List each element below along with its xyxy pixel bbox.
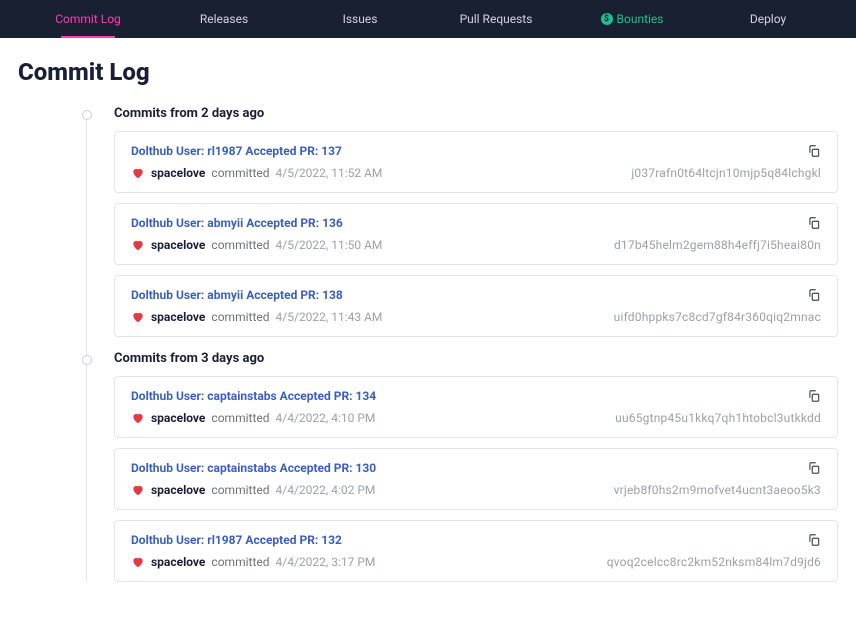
commit-title[interactable]: Dolthub User: abmyii Accepted PR: 136 [131,216,821,230]
commit-title[interactable]: Dolthub User: captainstabs Accepted PR: … [131,461,821,475]
tab-releases[interactable]: Releases [156,0,292,38]
commit-card: Dolthub User: abmyii Accepted PR: 136 sp… [114,203,838,265]
commit-meta: spacelove committed 4/4/2022, 4:10 PM [131,411,375,425]
commit-verb: committed [211,483,269,497]
commit-card: Dolthub User: rl1987 Accepted PR: 137 sp… [114,131,838,193]
commit-time: 4/5/2022, 11:43 AM [276,310,383,324]
commit-verb: committed [211,411,269,425]
commit-card: Dolthub User: rl1987 Accepted PR: 132 sp… [114,520,838,582]
copy-icon[interactable] [807,461,821,475]
commit-author[interactable]: spacelove [151,310,205,324]
commit-author[interactable]: spacelove [151,411,205,425]
commit-meta: spacelove committed 4/4/2022, 3:17 PM [131,555,375,569]
commit-hash[interactable]: d17b45helm2gem88h4effj7i5heai80n [614,238,821,252]
commit-meta-row: spacelove committed 4/5/2022, 11:43 AM u… [131,310,821,324]
bounty-icon: $ [601,13,613,25]
commit-meta: spacelove committed 4/5/2022, 11:52 AM [131,166,382,180]
commit-title[interactable]: Dolthub User: abmyii Accepted PR: 138 [131,288,821,302]
copy-icon[interactable] [807,389,821,403]
heart-icon [131,483,145,497]
tab-label: Deploy [750,12,786,26]
commit-card: Dolthub User: abmyii Accepted PR: 138 sp… [114,275,838,337]
tab-label: Commit Log [55,12,121,26]
heart-icon [131,555,145,569]
tab-label: Pull Requests [460,12,533,26]
commit-group-heading: Commits from 3 days ago [114,351,838,366]
copy-icon[interactable] [807,144,821,158]
commit-time: 4/4/2022, 4:02 PM [276,483,376,497]
page-title: Commit Log [18,58,838,86]
commit-title[interactable]: Dolthub User: captainstabs Accepted PR: … [131,389,821,403]
commit-author[interactable]: spacelove [151,238,205,252]
heart-icon [131,238,145,252]
commit-meta-row: spacelove committed 4/4/2022, 4:02 PM vr… [131,483,821,497]
top-nav: Commit Log Releases Issues Pull Requests… [0,0,856,38]
commit-hash[interactable]: vrjeb8f0hs2m9mofvet4ucnt3aeoo5k3 [614,483,821,497]
commit-meta-row: spacelove committed 4/4/2022, 3:17 PM qv… [131,555,821,569]
tab-pull-requests[interactable]: Pull Requests [428,0,564,38]
heart-icon [131,166,145,180]
commit-meta: spacelove committed 4/5/2022, 11:50 AM [131,238,382,252]
heart-icon [131,310,145,324]
commit-title[interactable]: Dolthub User: rl1987 Accepted PR: 137 [131,144,821,158]
tab-issues[interactable]: Issues [292,0,428,38]
commit-verb: committed [211,238,269,252]
commit-group-heading: Commits from 2 days ago [114,106,838,121]
commit-author[interactable]: spacelove [151,555,205,569]
commit-card: Dolthub User: captainstabs Accepted PR: … [114,448,838,510]
copy-icon[interactable] [807,216,821,230]
copy-icon[interactable] [807,288,821,302]
commit-time: 4/4/2022, 4:10 PM [276,411,376,425]
commit-verb: committed [211,555,269,569]
tab-bounties[interactable]: $ Bounties [564,0,700,38]
copy-icon[interactable] [807,533,821,547]
commit-meta: spacelove committed 4/5/2022, 11:43 AM [131,310,382,324]
commit-card: Dolthub User: captainstabs Accepted PR: … [114,376,838,438]
tab-label: Releases [200,12,248,26]
commit-verb: committed [211,310,269,324]
tab-commit-log[interactable]: Commit Log [20,0,156,38]
commit-meta-row: spacelove committed 4/4/2022, 4:10 PM uu… [131,411,821,425]
commit-title[interactable]: Dolthub User: rl1987 Accepted PR: 132 [131,533,821,547]
commit-time: 4/5/2022, 11:50 AM [276,238,383,252]
commit-time: 4/4/2022, 3:17 PM [276,555,376,569]
commit-time: 4/5/2022, 11:52 AM [276,166,383,180]
commit-meta-row: spacelove committed 4/5/2022, 11:50 AM d… [131,238,821,252]
tab-label: Bounties [617,12,664,26]
commit-hash[interactable]: j037rafn0t64ltcjn10mjp5q84lchgkl [631,166,821,180]
commit-author[interactable]: spacelove [151,166,205,180]
commit-hash[interactable]: uifd0hppks7c8cd7gf84r360qiq2mnac [614,310,821,324]
commit-hash[interactable]: qvoq2celcc8rc2km52nksm84lm7d9jd6 [607,555,821,569]
commit-timeline: Commits from 2 days ago Dolthub User: rl… [86,106,838,582]
commit-hash[interactable]: uu65gtnp45u1kkq7qh1htobcl3utkkdd [615,411,821,425]
commit-meta-row: spacelove committed 4/5/2022, 11:52 AM j… [131,166,821,180]
page-body: Commit Log Commits from 2 days ago Dolth… [0,38,856,622]
commit-verb: committed [211,166,269,180]
heart-icon [131,411,145,425]
commit-meta: spacelove committed 4/4/2022, 4:02 PM [131,483,375,497]
tab-label: Issues [343,12,378,26]
commit-author[interactable]: spacelove [151,483,205,497]
tab-deploy[interactable]: Deploy [700,0,836,38]
